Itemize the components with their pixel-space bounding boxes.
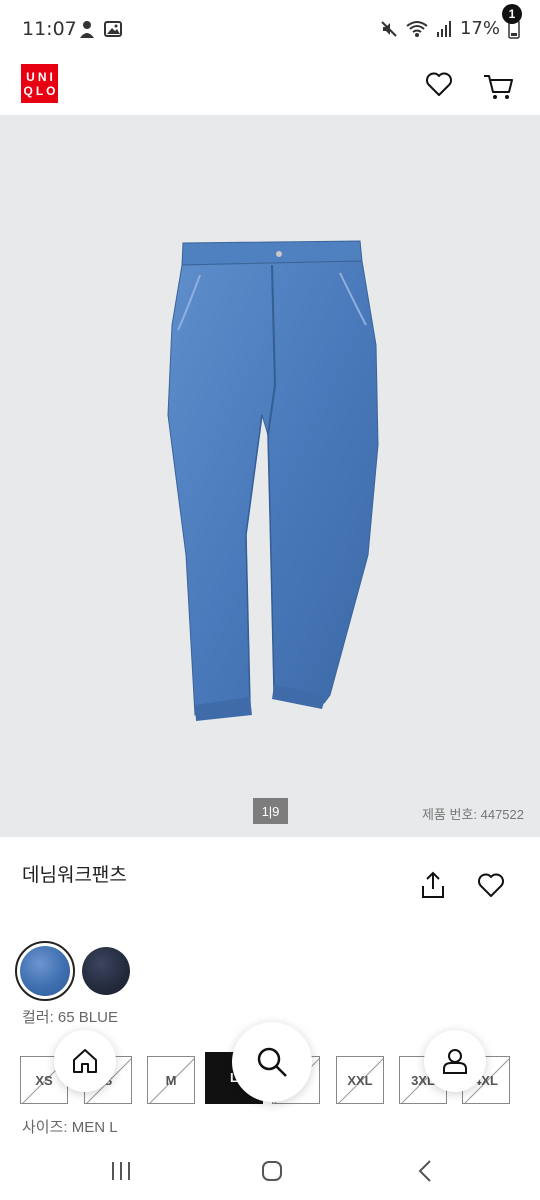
search-button[interactable] (232, 1022, 312, 1102)
uniqlo-logo[interactable]: UNI QLO (21, 64, 58, 103)
favorite-heart-icon[interactable] (477, 872, 505, 898)
app-notification-icon (80, 21, 94, 38)
back-icon (418, 1160, 431, 1182)
selected-size-label: 사이즈: MEN L (22, 1119, 118, 1136)
home-button[interactable] (54, 1030, 116, 1092)
back-button[interactable] (410, 1156, 440, 1186)
color-swatch-navy[interactable] (82, 947, 130, 995)
search-icon (257, 1047, 287, 1077)
recent-apps-button[interactable] (106, 1156, 136, 1186)
product-photo-jeans (167, 240, 379, 721)
status-bar: 11:07 17% (0, 0, 540, 60)
home-nav-button[interactable] (257, 1156, 287, 1186)
system-navigation-bar (0, 1140, 540, 1200)
color-swatch-blue[interactable] (15, 941, 75, 1001)
recent-apps-icon (112, 1162, 130, 1180)
logo-line-2: QLO (23, 83, 59, 98)
home-icon (73, 1049, 97, 1073)
size-label: M (165, 1073, 177, 1088)
share-icon[interactable] (419, 870, 447, 900)
gallery-notification-icon (104, 21, 122, 37)
mute-icon (381, 20, 397, 37)
home-nav-icon (262, 1161, 282, 1181)
cart-count-badge: 1 (502, 4, 522, 24)
cart-icon[interactable] (482, 68, 516, 102)
product-image-gallery[interactable]: 1|9 제품 번호: 447522 (0, 115, 540, 837)
swatch-blue-fill (20, 946, 70, 996)
size-option-xxl[interactable]: XXL (336, 1056, 384, 1104)
gallery-pager: 1|9 (253, 798, 288, 824)
size-option-m[interactable]: M (147, 1056, 195, 1104)
wifi-icon (406, 20, 428, 37)
user-icon (443, 1049, 467, 1074)
battery-percent: 17% (459, 18, 500, 39)
signal-icon (436, 20, 451, 37)
status-time: 11:07 (22, 18, 77, 40)
product-title: 데님워크팬츠 (22, 864, 127, 886)
wishlist-heart-icon[interactable] (425, 71, 453, 97)
status-notification-icons (78, 20, 122, 40)
product-number: 제품 번호: 447522 (421, 807, 524, 822)
account-button[interactable] (424, 1030, 486, 1092)
size-label: XXL (347, 1073, 373, 1088)
status-right: 17% (380, 18, 520, 39)
app-header: UNI QLO (0, 60, 540, 114)
logo-line-1: UNI (26, 69, 56, 84)
color-label: 컬러: 65 BLUE (22, 1009, 118, 1026)
